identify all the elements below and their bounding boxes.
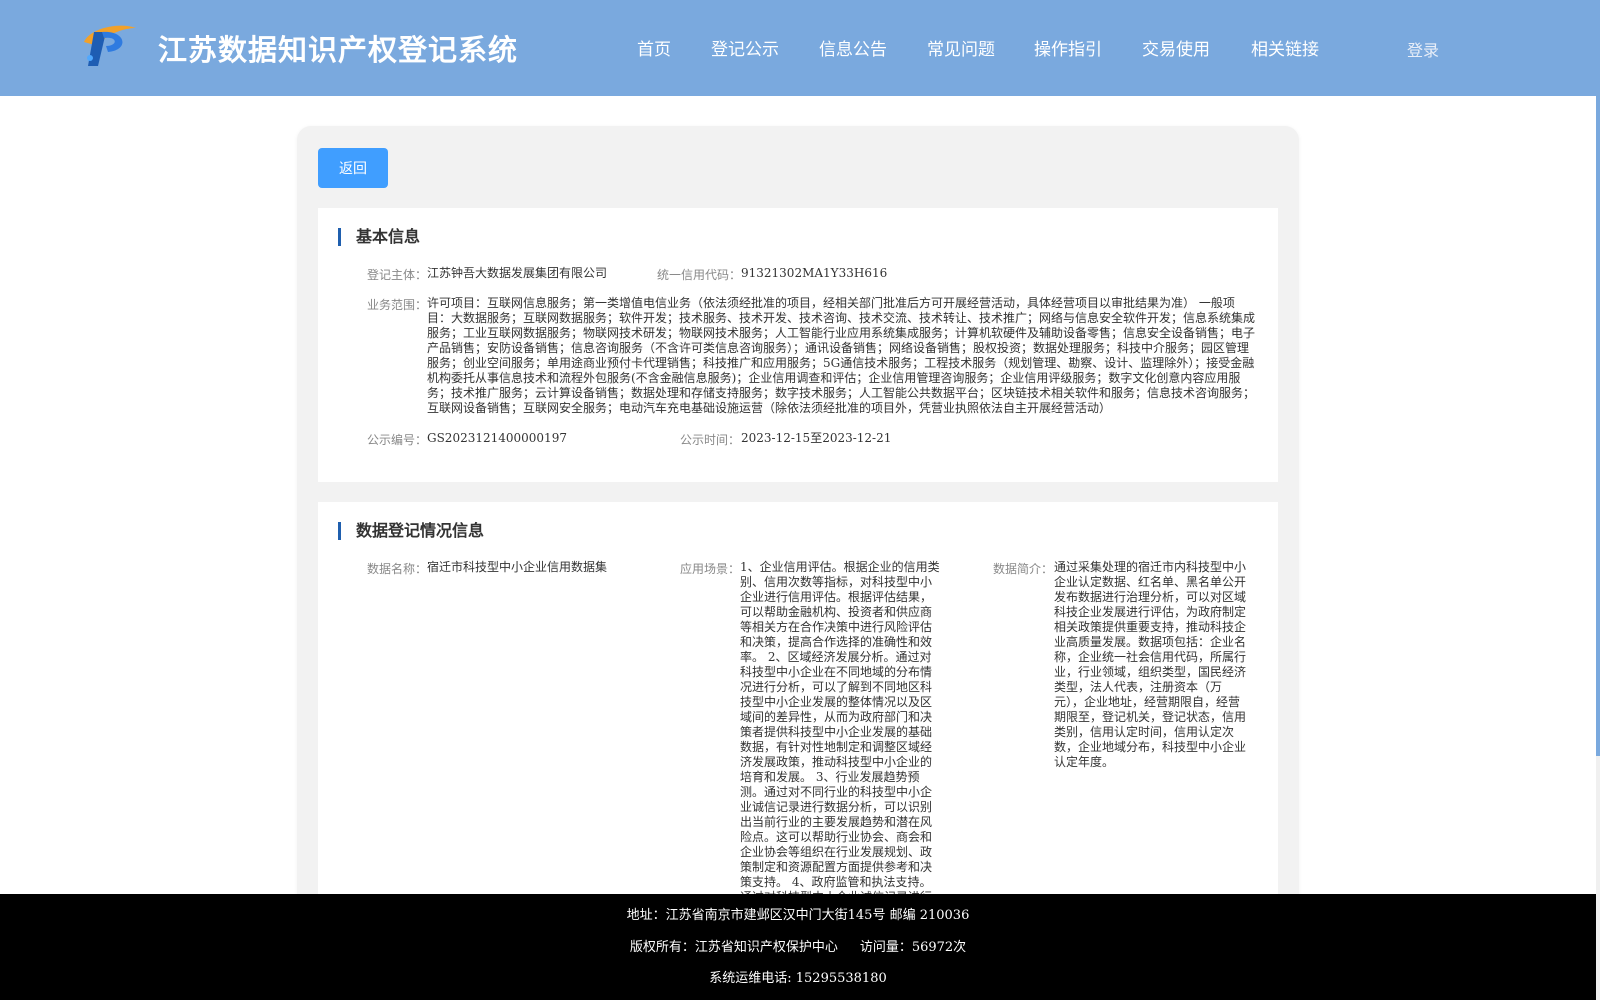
data-info-title: 数据登记情况信息 — [338, 522, 484, 540]
login-link[interactable]: 登录 — [1407, 37, 1439, 61]
footer-phone: 系统运维电话: 15295538180 — [709, 971, 887, 986]
basic-info-title: 基本信息 — [338, 228, 420, 246]
subject-value: 江苏钟吾大数据发展集团有限公司 — [427, 266, 608, 280]
scenario-label: 应用场景： — [680, 562, 741, 576]
data-info-card: 数据登记情况信息 数据名称： 宿迁市科技型中小企业信用数据集 应用场景： 1、企… — [318, 502, 1278, 922]
pub-time-label: 公示时间： — [680, 433, 741, 447]
data-name-label: 数据名称： — [367, 562, 428, 576]
nav-related-links[interactable]: 相关链接 — [1251, 35, 1319, 60]
nav-info-announcement[interactable]: 信息公告 — [819, 35, 887, 60]
top-header: 江苏数据知识产权登记系统 首页 登记公示 信息公告 常见问题 操作指引 交易使用… — [0, 0, 1596, 96]
scope-value: 许可项目：互联网信息服务；第一类增值电信业务（依法须经批准的项目，经相关部门批准… — [427, 296, 1256, 415]
nav-trade-usage[interactable]: 交易使用 — [1142, 35, 1210, 60]
nav-faq[interactable]: 常见问题 — [927, 35, 995, 60]
subject-label: 登记主体： — [367, 268, 428, 282]
credit-code-value: 91321302MA1Y33H616 — [741, 266, 888, 280]
footer-address: 地址：江苏省南京市建邺区汉中门大街145号 邮编 210036 — [626, 908, 970, 923]
scope-label: 业务范围： — [367, 298, 428, 312]
scenario-value: 1、企业信用评估。根据企业的信用类别、信用次数等指标，对科技型中小企业进行信用评… — [740, 560, 940, 919]
footer-copyright: 版权所有：江苏省知识产权保护中心 — [629, 940, 838, 955]
nav-registration-notice[interactable]: 登记公示 — [711, 35, 779, 60]
intro-label: 数据简介： — [993, 562, 1054, 576]
footer-visits: 访问量：56972次 — [859, 940, 967, 955]
site-title[interactable]: 江苏数据知识产权登记系统 — [158, 27, 518, 69]
pub-no-value: GS2023121400000197 — [427, 431, 567, 445]
pub-no-label: 公示编号： — [367, 433, 428, 447]
site-logo-icon[interactable] — [80, 20, 140, 70]
data-name-value: 宿迁市科技型中小企业信用数据集 — [427, 560, 608, 574]
footer-copyright-row: 版权所有：江苏省知识产权保护中心 访问量：56972次 — [0, 936, 1596, 955]
intro-value: 通过采集处理的宿迁市内科技型中小企业认定数据、红名单、黑名单公开发布数据进行治理… — [1054, 560, 1247, 769]
page-scrollbar[interactable] — [1596, 0, 1600, 1000]
site-footer: 地址：江苏省南京市建邺区汉中门大街145号 邮编 210036 版权所有：江苏省… — [0, 894, 1596, 1000]
back-button[interactable]: 返回 — [318, 148, 388, 188]
page-scrollbar-thumb[interactable] — [1596, 0, 1600, 756]
basic-info-card: 基本信息 登记主体： 江苏钟吾大数据发展集团有限公司 统一信用代码： 91321… — [318, 208, 1278, 482]
pub-time-value: 2023-12-15至2023-12-21 — [741, 431, 892, 445]
nav-operation-guide[interactable]: 操作指引 — [1034, 35, 1102, 60]
nav-home[interactable]: 首页 — [637, 35, 671, 60]
credit-code-label: 统一信用代码： — [657, 268, 742, 282]
